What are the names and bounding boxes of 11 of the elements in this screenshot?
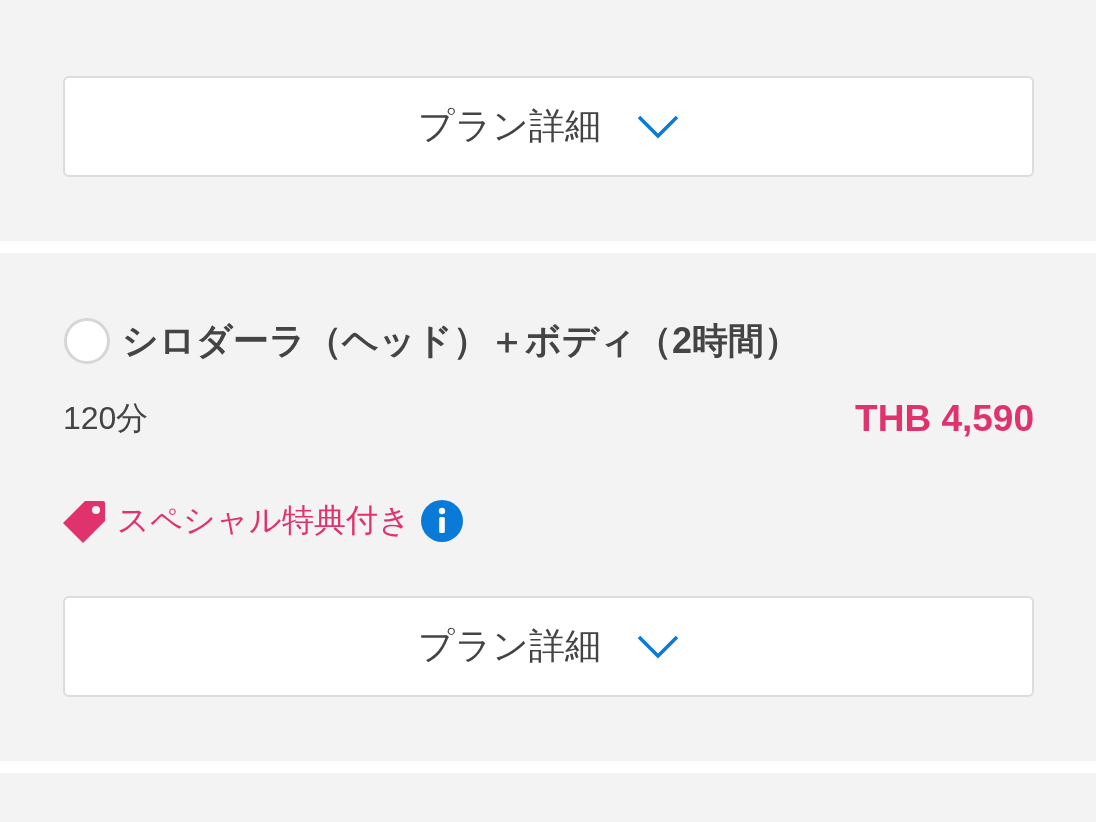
chevron-down-icon: [637, 114, 679, 139]
radio-button[interactable]: [64, 318, 110, 364]
perk-label: スペシャル特典付き: [117, 501, 411, 540]
tag-icon: [63, 499, 107, 543]
plan-details-button[interactable]: プラン詳細: [63, 76, 1034, 177]
plan-title: シロダーラ（ヘッド）＋ボディ（2時間）: [122, 318, 801, 363]
duration-text: 120分: [63, 399, 149, 438]
price-text: THB 4,590: [855, 398, 1034, 440]
info-icon[interactable]: [421, 500, 463, 542]
plan-details-button[interactable]: プラン詳細: [63, 596, 1034, 697]
chevron-down-icon: [637, 634, 679, 659]
